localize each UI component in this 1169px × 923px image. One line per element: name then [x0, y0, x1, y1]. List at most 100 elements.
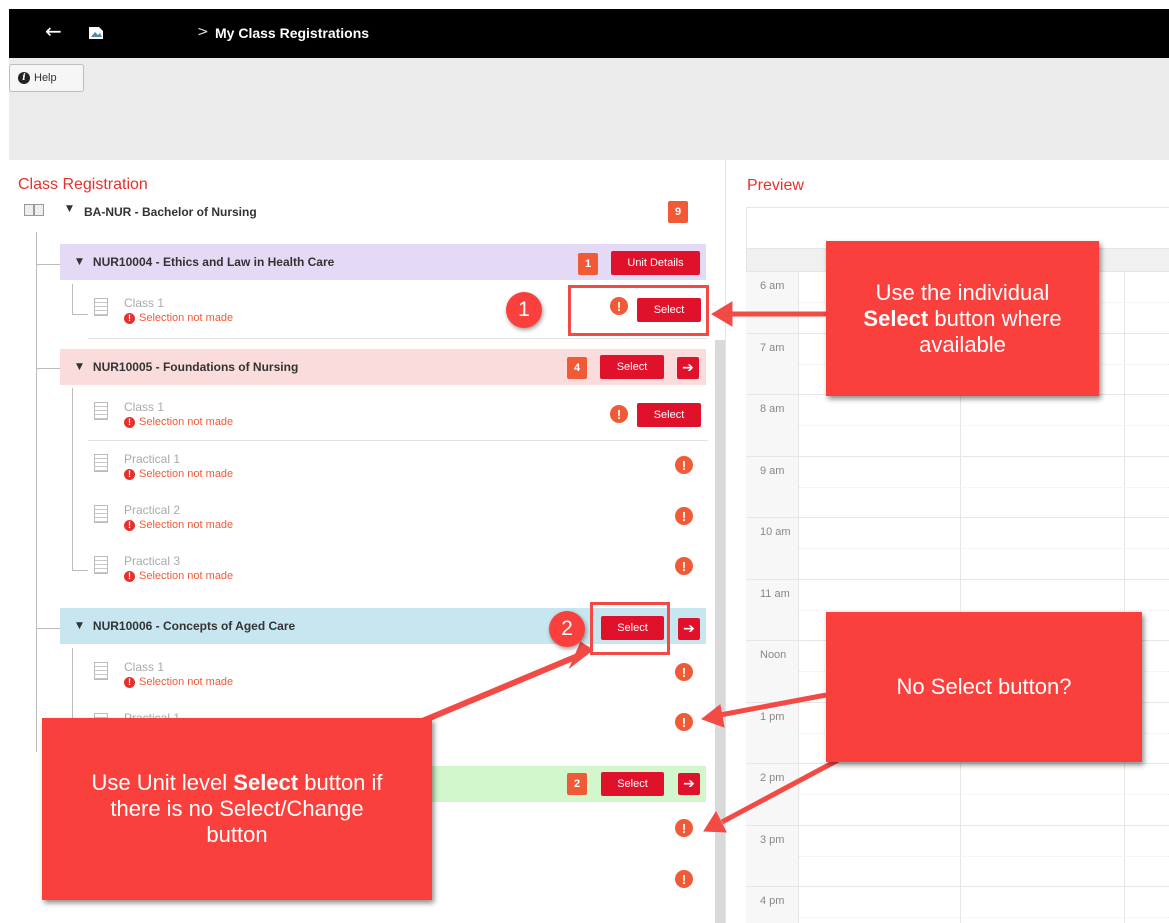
class-row[interactable]: Practical 2 ! Selection not made — [88, 501, 708, 547]
hour-gridline — [746, 579, 1169, 580]
breadcrumb-current[interactable]: My Class Registrations — [215, 25, 369, 41]
alert-icon: ! — [124, 676, 135, 688]
hour-label: 9 am — [760, 465, 785, 477]
hour-label: 2 pm — [760, 772, 785, 784]
class-select-button[interactable]: Select — [637, 403, 701, 427]
exclamation-icon: ! — [675, 456, 693, 474]
help-label: Help — [34, 72, 57, 84]
class-row[interactable]: Practical 3 ! Selection not made — [88, 552, 708, 598]
tree-line — [72, 284, 73, 314]
caret-down-icon[interactable]: ▼ — [76, 257, 83, 267]
half-hour-gridline — [799, 425, 1169, 426]
scrollbar-track[interactable] — [715, 340, 725, 923]
status-text: Selection not made — [139, 676, 234, 688]
class-status: ! Selection not made — [124, 570, 233, 582]
panel-separator — [725, 160, 726, 923]
class-status: ! Selection not made — [124, 416, 233, 428]
unit-header: ▼ NUR10004 - Ethics and Law in Health Ca… — [60, 244, 334, 280]
callout-unit-select: Use Unit level Select button if there is… — [42, 718, 432, 900]
status-text: Selection not made — [139, 519, 234, 531]
callout-individual-select: Use the individual Select button where a… — [826, 241, 1099, 396]
half-hour-gridline — [799, 794, 1169, 795]
tree-line — [36, 264, 60, 265]
alert-icon: ! — [124, 570, 135, 582]
class-status: ! Selection not made — [124, 312, 233, 324]
program-row[interactable]: ▼ BA-NUR - Bachelor of Nursing 9 — [22, 195, 712, 231]
preview-title: Preview — [747, 177, 804, 194]
unit-details-button[interactable]: Unit Details — [611, 251, 700, 275]
status-text: Selection not made — [139, 570, 234, 582]
tree-line — [36, 628, 60, 629]
caret-down-icon[interactable]: ▼ — [76, 621, 83, 631]
book-icon — [24, 204, 44, 216]
unit-count-badge: 2 — [567, 773, 587, 795]
exclamation-icon: ! — [610, 405, 628, 423]
unit-label: NUR10004 - Ethics and Law in Health Care — [92, 255, 335, 269]
status-text: Selection not made — [139, 312, 234, 324]
hour-gridline — [746, 456, 1169, 457]
unit-header: ▼ NUR10005 - Foundations of Nursing — [60, 349, 298, 385]
tree-line — [72, 314, 88, 315]
highlight-box-2 — [590, 602, 670, 655]
half-hour-gridline — [799, 917, 1169, 918]
document-icon — [94, 402, 108, 420]
alert-icon: ! — [124, 312, 135, 324]
status-text: Selection not made — [139, 416, 234, 428]
alert-icon: ! — [124, 468, 135, 480]
alert-icon: ! — [124, 519, 135, 531]
class-row[interactable]: Class 1 ! Selection not made — [88, 658, 708, 704]
unit-select-button[interactable]: Select — [601, 772, 664, 796]
unit-count-badge: 1 — [578, 253, 598, 275]
callout-bold: Select — [233, 770, 299, 795]
callout-no-select: No Select button? — [826, 612, 1142, 762]
half-hour-gridline — [799, 856, 1169, 857]
unit-label: NUR10005 - Foundations of Nursing — [92, 360, 299, 374]
hour-gridline — [746, 763, 1169, 764]
unit-label: NUR10006 - Concepts of Aged Care — [92, 619, 296, 633]
program-label: BA-NUR - Bachelor of Nursing — [84, 205, 257, 219]
program-count-badge: 9 — [668, 201, 688, 223]
document-icon — [94, 505, 108, 523]
caret-down-icon[interactable]: ▼ — [76, 362, 83, 372]
class-name: Class 1 — [124, 660, 165, 674]
tree-line — [72, 648, 73, 718]
class-name: Practical 3 — [124, 554, 181, 568]
document-icon — [94, 662, 108, 680]
highlight-box-1 — [568, 285, 709, 336]
hour-label: Noon — [760, 649, 787, 661]
document-icon — [94, 298, 108, 316]
unit-header: ▼ NUR10006 - Concepts of Aged Care — [60, 608, 295, 644]
callout-bold: Select — [863, 305, 929, 331]
toolbar: i Help — [9, 58, 1169, 160]
caret-down-icon[interactable]: ▼ — [66, 204, 73, 214]
exclamation-icon: ! — [675, 557, 693, 575]
back-arrow-icon[interactable]: ← — [45, 21, 62, 41]
class-status: ! Selection not made — [124, 519, 233, 531]
class-name: Class 1 — [124, 296, 165, 310]
hour-gridline — [746, 517, 1169, 518]
class-registration-title: Class Registration — [18, 176, 148, 193]
swap-arrow-icon[interactable]: ➔ — [677, 357, 699, 379]
hour-label: 3 pm — [760, 834, 785, 846]
hour-label: 8 am — [760, 403, 785, 415]
step-1-marker: 1 — [506, 292, 542, 328]
document-icon — [94, 454, 108, 472]
callout-text: Use the individual — [875, 279, 1050, 305]
hour-label: 4 pm — [760, 895, 785, 907]
class-row[interactable]: Practical 1 ! Selection not made — [88, 450, 708, 496]
top-bar: ← > My Class Registrations — [9, 9, 1169, 58]
document-icon — [94, 556, 108, 574]
callout-text: Use Unit level — [91, 770, 228, 795]
swap-arrow-icon[interactable]: ➔ — [678, 618, 700, 640]
half-hour-gridline — [799, 548, 1169, 549]
exclamation-icon: ! — [675, 663, 693, 681]
hour-label: 10 am — [760, 526, 791, 538]
class-name: Practical 2 — [124, 503, 181, 517]
tree-line — [72, 570, 88, 571]
tree-line — [36, 368, 60, 369]
arrowhead — [711, 301, 733, 327]
swap-arrow-icon[interactable]: ➔ — [678, 773, 700, 795]
unit-select-button[interactable]: Select — [600, 355, 664, 379]
help-button[interactable]: i Help — [9, 64, 84, 92]
hour-gridline — [746, 825, 1169, 826]
